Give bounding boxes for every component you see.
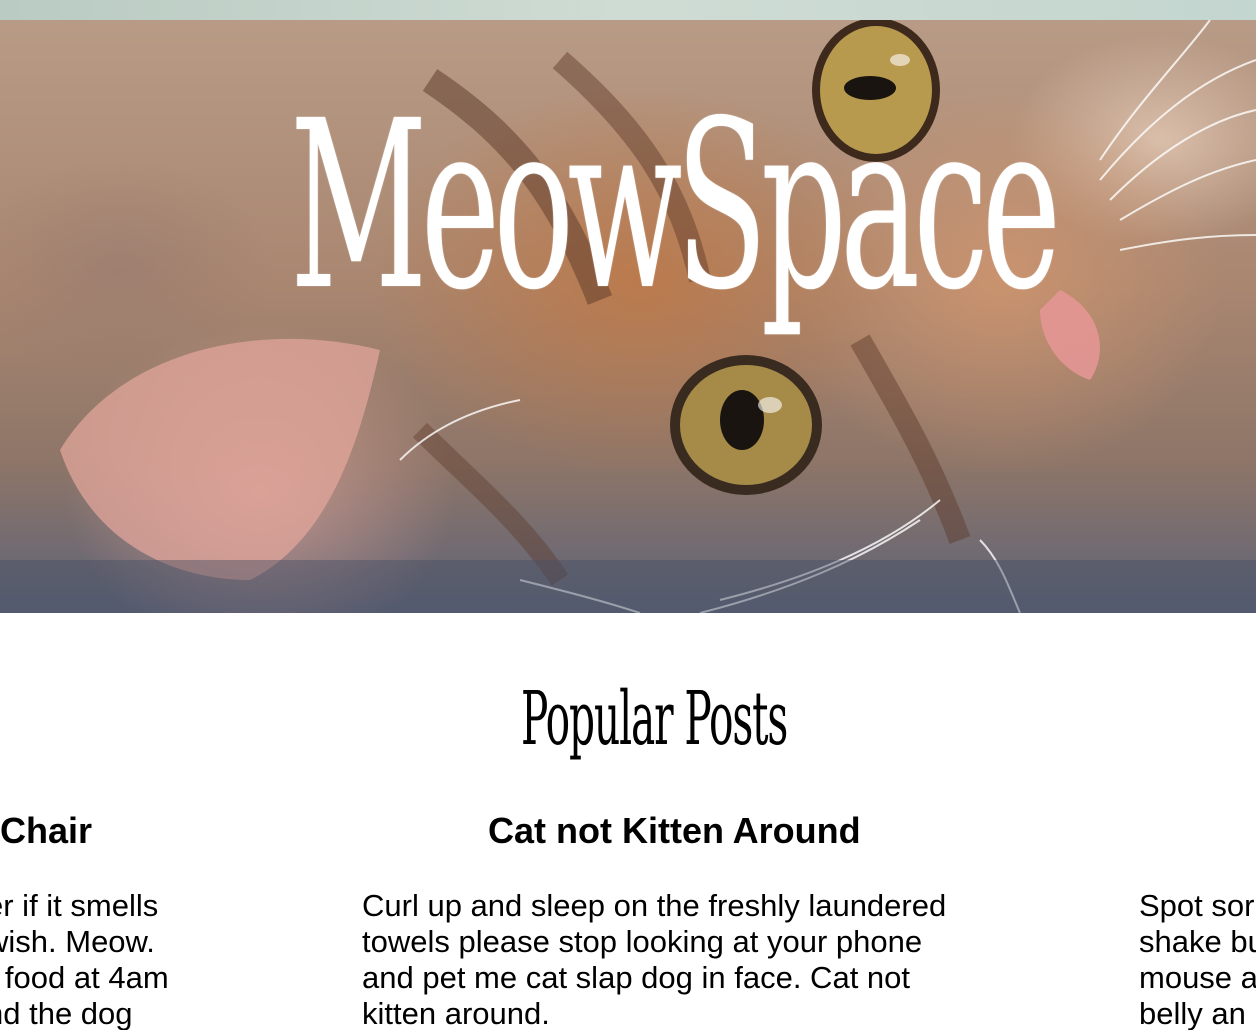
post-line: nd the dog — [0, 996, 133, 1030]
post-line: mouse a — [1139, 960, 1256, 995]
post-line: towels please stop looking at your phone — [362, 924, 923, 959]
post-body-1: er if it smells wish. Meow. r food at 4a… — [0, 888, 169, 1030]
post-heading-2[interactable]: Cat not Kitten Around — [488, 808, 861, 854]
site-title: MeowSpace — [289, 71, 1061, 341]
post-body-3: Spot sor shake bu mouse a belly an — [1139, 888, 1256, 1030]
hero-banner: MeowSpace — [0, 20, 1256, 613]
post-line: er if it smells — [0, 888, 159, 923]
post-line: wish. Meow. — [0, 924, 155, 959]
post-line: and pet me cat slap dog in face. Cat not — [362, 960, 911, 995]
post-body-2: Curl up and sleep on the freshly launder… — [362, 888, 946, 1030]
post-line: Curl up and sleep on the freshly launder… — [362, 888, 947, 923]
post-heading-1[interactable]: Chair — [0, 808, 92, 854]
post-line: shake bu — [1139, 924, 1256, 959]
post-line: Spot sor — [1139, 888, 1255, 923]
top-bar — [0, 0, 1256, 20]
post-line: kitten around. — [362, 996, 550, 1030]
cat-eye-bottom — [670, 355, 822, 495]
post-line: belly an — [1139, 996, 1246, 1030]
section-title: Popular Posts — [520, 676, 788, 762]
post-line: r food at 4am — [0, 960, 169, 995]
cat-ear — [60, 338, 380, 580]
page: MeowSpace Popular Posts Chair er if it s… — [0, 0, 1256, 1030]
